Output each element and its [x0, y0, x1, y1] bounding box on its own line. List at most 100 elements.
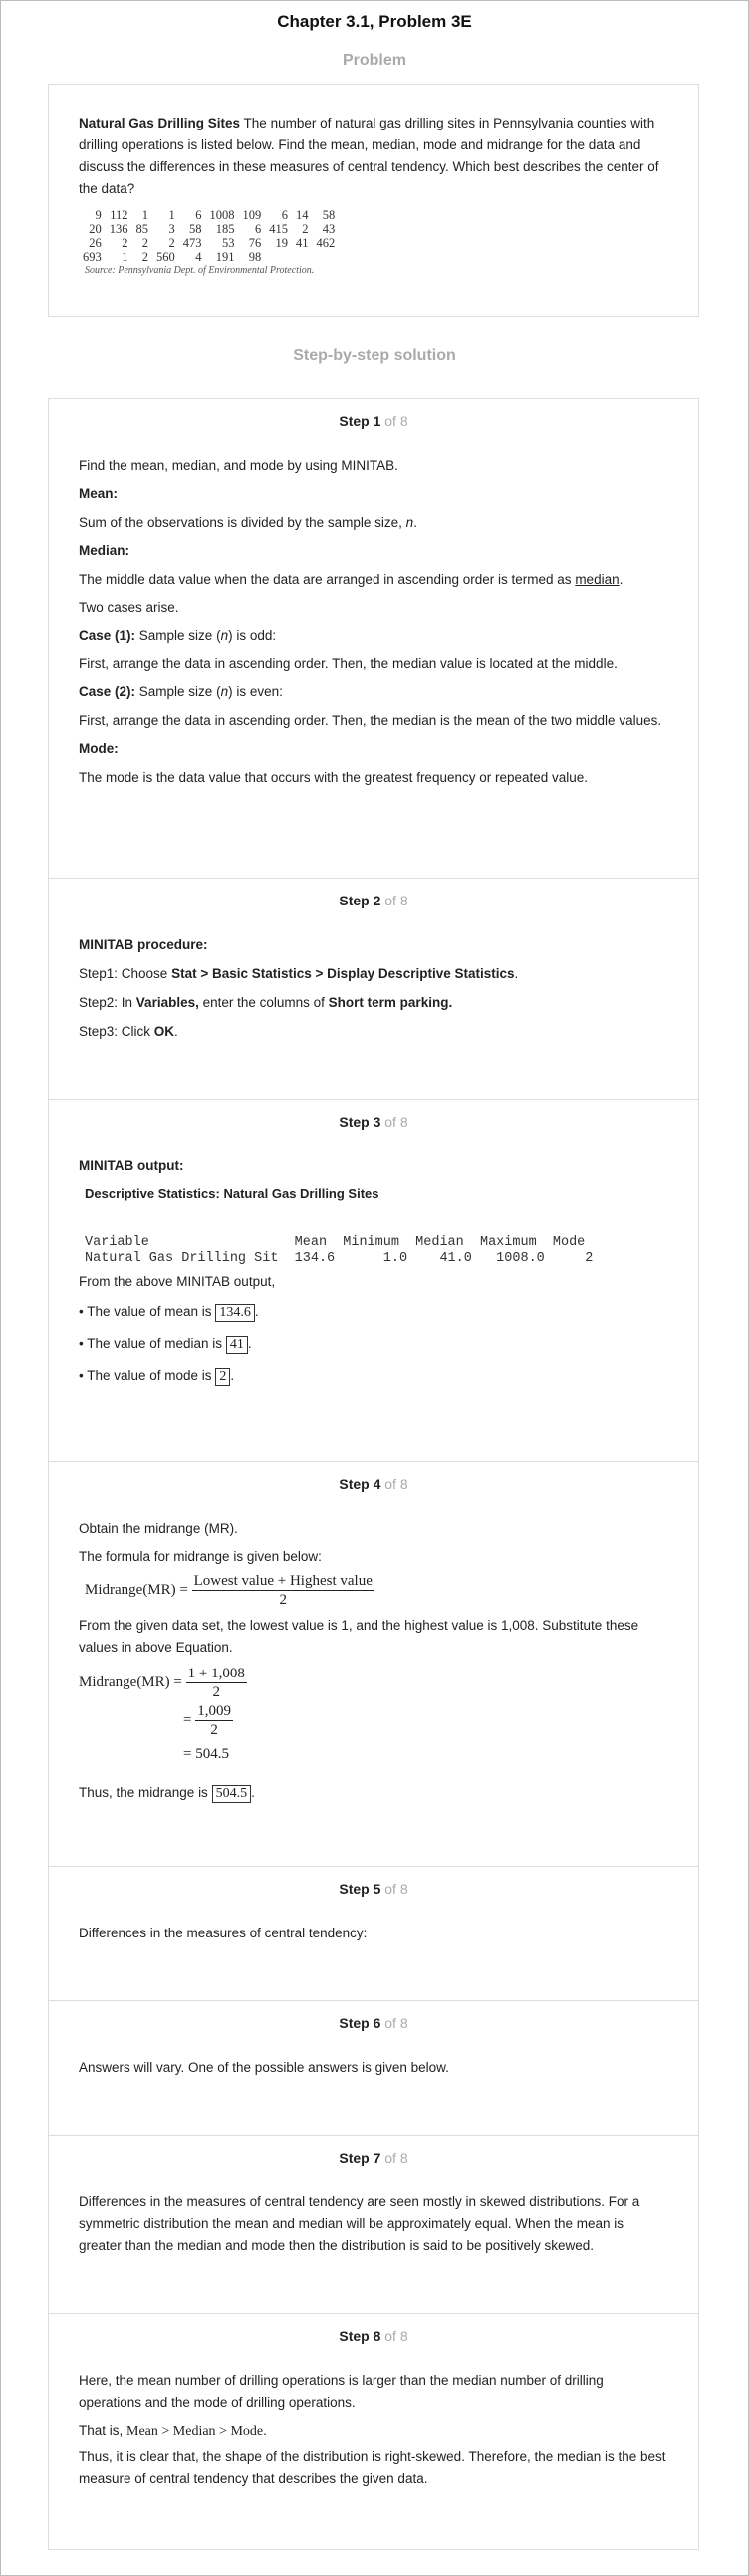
- data-table-row: 26 2 2 2 473 53 76 19 41 462: [79, 236, 339, 250]
- minitab-output-heading: MINITAB output:: [79, 1159, 184, 1173]
- data-cell: 58: [189, 222, 202, 236]
- solution-heading: Step-by-step solution: [293, 347, 456, 364]
- data-cell: 1008: [209, 208, 235, 222]
- data-cell: 109: [242, 208, 262, 222]
- mode-value-line: • The value of mode is 2.: [79, 1368, 235, 1386]
- step6-text: Answers will vary. One of the possible a…: [79, 2060, 449, 2075]
- step-5-title: Step 5 of 8: [339, 1881, 408, 1897]
- data-cell: 9: [95, 208, 102, 222]
- skew-expression: Mean > Median > Mode: [126, 2424, 264, 2439]
- given-values-text: From the given data set, the lowest valu…: [79, 1618, 639, 1655]
- data-cell: 462: [316, 236, 336, 250]
- procedure-step1: Step1: Choose Stat > Basic Statistics > …: [79, 966, 519, 981]
- data-cell: 26: [89, 236, 102, 250]
- step-1-title: Step 1 of 8: [339, 413, 408, 429]
- case2-heading: Case (2): Sample size (n) is even:: [79, 684, 283, 699]
- mean-value: 134.6: [215, 1304, 255, 1322]
- descriptive-stats-title: Descriptive Statistics: Natural Gas Dril…: [85, 1186, 379, 1201]
- step-4: Step 4 of 8 Obtain the midrange (MR). Th…: [48, 1461, 699, 1866]
- data-cell: 1: [122, 250, 128, 264]
- midrange-value: 504.5: [211, 1785, 252, 1803]
- minitab-output-block: Variable Mean Minimum Median Maximum Mod…: [79, 1235, 669, 1267]
- mean-value-line: • The value of mean is 134.6.: [79, 1304, 259, 1322]
- median-value: 41: [225, 1336, 248, 1354]
- minitab-procedure-heading: MINITAB procedure:: [79, 937, 208, 952]
- step-5: Step 5 of 8 Differences in the measures …: [48, 1866, 699, 2000]
- data-cell: 2: [168, 236, 175, 250]
- data-cell: 53: [222, 236, 235, 250]
- procedure-step3: Step3: Click OK.: [79, 1024, 178, 1039]
- step-6-title: Step 6 of 8: [339, 2015, 408, 2031]
- data-cell: 693: [83, 250, 102, 264]
- data-cell: 14: [296, 208, 309, 222]
- data-cell: 2: [122, 236, 128, 250]
- two-cases-text: Two cases arise.: [79, 600, 179, 615]
- data-cell: 2: [141, 236, 148, 250]
- mode-definition: The mode is the data value that occurs w…: [79, 770, 589, 785]
- median-heading: Median:: [79, 543, 130, 558]
- page-title: Chapter 3.1, Problem 3E: [277, 12, 472, 31]
- mode-heading: Mode:: [79, 741, 119, 756]
- data-cell: [265, 250, 292, 264]
- step-2-title: Step 2 of 8: [339, 893, 408, 908]
- data-cell: 185: [215, 222, 235, 236]
- step5-text: Differences in the measures of central t…: [79, 1926, 368, 1940]
- data-cell: [292, 250, 313, 264]
- data-cell: 43: [322, 222, 336, 236]
- step8-that-is: That is, Mean > Median > Mode.: [79, 2423, 267, 2439]
- data-cell: 19: [275, 236, 289, 250]
- step-8: Step 8 of 8 Here, the mean number of dri…: [48, 2313, 699, 2550]
- data-source: Source: Pennsylvania Dept. of Environmen…: [85, 265, 315, 276]
- step-7: Step 7 of 8 Differences in the measures …: [48, 2135, 699, 2313]
- data-image: 9 112 1 1 6 1008 109 6 14 58 20 136 85 3 58 185 6 415 2 43 2…: [79, 208, 668, 276]
- problem-heading: Problem: [342, 52, 406, 69]
- data-cell: 473: [182, 236, 202, 250]
- step-8-title: Step 8 of 8: [339, 2328, 408, 2344]
- step7-text: Differences in the measures of central t…: [79, 2194, 640, 2253]
- case1-heading: Case (1): Sample size (n) is odd:: [79, 628, 277, 643]
- data-table-row: 20 136 85 3 58 185 6 415 2 43: [79, 222, 339, 236]
- data-cell: 41: [296, 236, 309, 250]
- step-3-title: Step 3 of 8: [339, 1114, 408, 1130]
- output-data-row: Natural Gas Drilling Sit 134.6 1.0 41.0 …: [85, 1251, 594, 1266]
- data-table-row: 9 112 1 1 6 1008 109 6 14 58: [79, 208, 339, 222]
- median-definition: The middle data value when the data are …: [79, 572, 624, 587]
- data-cell: 112: [110, 208, 128, 222]
- problem-card: Natural Gas Drilling Sites The number of…: [48, 84, 699, 317]
- data-cell: 58: [322, 208, 336, 222]
- midrange-formula: Midrange(MR) = Lowest value + Highest va…: [85, 1573, 374, 1608]
- data-cell: 415: [269, 222, 288, 236]
- step-2: Step 2 of 8 MINITAB procedure: Step1: Ch…: [48, 878, 699, 1099]
- data-cell: 98: [248, 250, 262, 264]
- step1-intro: Find the mean, median, and mode by using…: [79, 458, 398, 473]
- case2-text: First, arrange the data in ascending ord…: [79, 713, 662, 728]
- procedure-step2: Step2: In Variables, enter the columns o…: [79, 995, 453, 1010]
- median-value-line: • The value of median is 41.: [79, 1336, 252, 1354]
- data-cell: 20: [89, 222, 102, 236]
- step-1: Step 1 of 8 Find the mean, median, and m…: [48, 398, 699, 878]
- data-cell: 191: [215, 250, 235, 264]
- data-cell: 6: [255, 222, 262, 236]
- data-cell: 1: [168, 208, 175, 222]
- data-table-row: 693 1 2 560 4 191 98: [79, 250, 339, 264]
- step8-text1: Here, the mean number of drilling operat…: [79, 2373, 604, 2410]
- mode-value: 2: [215, 1368, 231, 1386]
- formula-intro: The formula for midrange is given below:: [79, 1549, 322, 1564]
- midrange-result-line: Thus, the midrange is 504.5.: [79, 1785, 255, 1803]
- data-cell: 2: [141, 250, 148, 264]
- step-6: Step 6 of 8 Answers will vary. One of th…: [48, 2000, 699, 2135]
- data-cell: 6: [195, 208, 202, 222]
- data-cell: [313, 250, 340, 264]
- data-cell: 3: [168, 222, 175, 236]
- midrange-intro: Obtain the midrange (MR).: [79, 1521, 238, 1536]
- step8-text2: Thus, it is clear that, the shape of the…: [79, 2449, 666, 2486]
- from-output-text: From the above MINITAB output,: [79, 1274, 276, 1289]
- data-cell: 1: [141, 208, 148, 222]
- output-header-row: Variable Mean Minimum Median Maximum Mod…: [85, 1235, 586, 1250]
- case1-text: First, arrange the data in ascending ord…: [79, 656, 618, 671]
- data-cell: 560: [156, 250, 175, 264]
- drilling-data-table: 9 112 1 1 6 1008 109 6 14 58 20 136 85 3 58 185 6 415 2 43 2…: [79, 208, 339, 264]
- data-cell: 6: [281, 208, 288, 222]
- step-3: Step 3 of 8 MINITAB output: Descriptive …: [48, 1099, 699, 1461]
- problem-statement: Natural Gas Drilling Sites The number of…: [79, 116, 659, 196]
